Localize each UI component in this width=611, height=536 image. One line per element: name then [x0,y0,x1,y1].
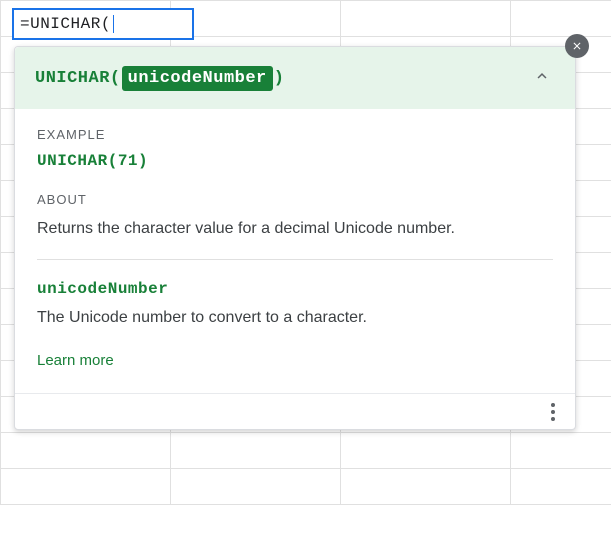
open-paren: ( [110,69,121,88]
formula-text: =UNICHAR( [20,15,111,33]
parameter-name: unicodeNumber [37,280,553,298]
function-name: UNICHAR [35,69,110,88]
tooltip-footer [15,393,575,429]
example-label: EXAMPLE [37,127,553,142]
divider [37,259,553,260]
tooltip-body: EXAMPLE UNICHAR(71) ABOUT Returns the ch… [15,109,575,393]
tooltip-header: UNICHAR(unicodeNumber) [15,47,575,109]
chevron-up-icon [533,67,551,85]
current-parameter: unicodeNumber [122,66,273,91]
learn-more-link[interactable]: Learn more [37,352,114,369]
about-label: ABOUT [37,192,553,207]
about-description: Returns the character value for a decima… [37,217,553,241]
more-options-button[interactable] [547,399,559,425]
kebab-dot-icon [551,410,555,414]
close-paren: ) [274,69,285,88]
close-tooltip-button[interactable] [565,34,589,58]
parameter-description: The Unicode number to convert to a chara… [37,306,553,330]
text-cursor [113,15,114,33]
close-icon [571,40,583,52]
example-value: UNICHAR(71) [37,152,553,170]
kebab-dot-icon [551,417,555,421]
formula-input-cell[interactable]: =UNICHAR( [12,8,194,40]
kebab-dot-icon [551,403,555,407]
function-help-tooltip: UNICHAR(unicodeNumber) EXAMPLE UNICHAR(7… [14,46,576,430]
collapse-button[interactable] [529,63,555,93]
function-signature: UNICHAR(unicodeNumber) [35,66,284,91]
